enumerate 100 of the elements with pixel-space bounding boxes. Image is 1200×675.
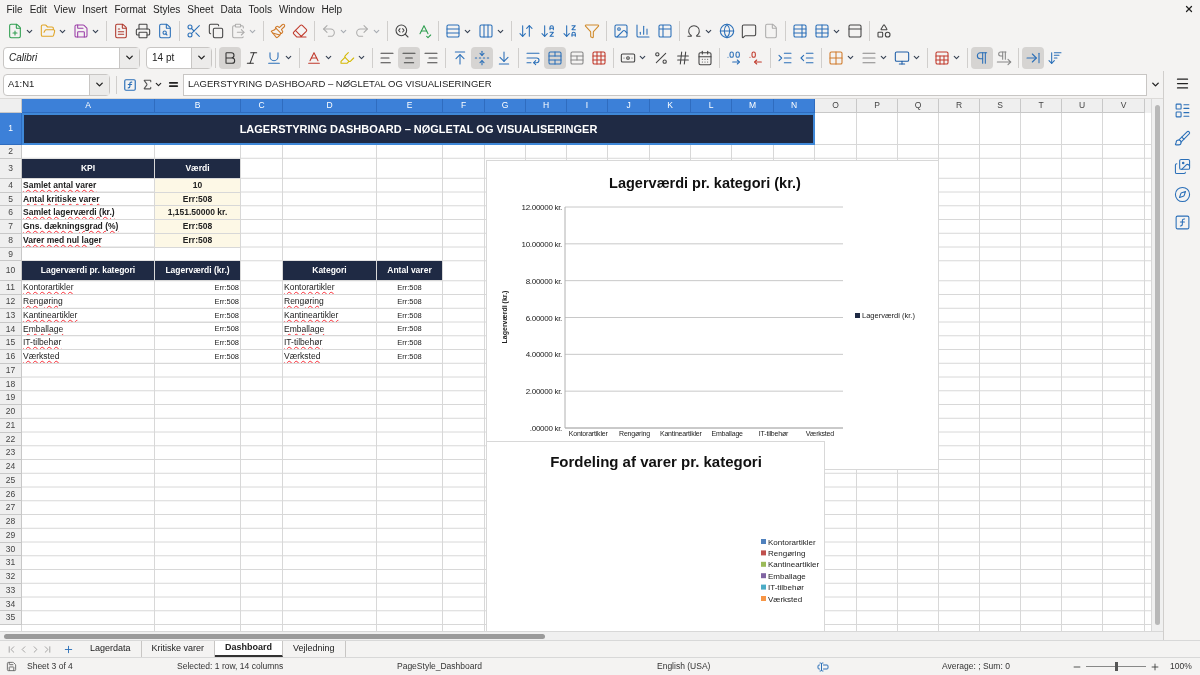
menu-item[interactable]: File bbox=[3, 1, 27, 17]
gallery-icon[interactable] bbox=[1173, 158, 1191, 175]
row-header[interactable]: 10 bbox=[0, 261, 22, 282]
column-header[interactable]: D bbox=[283, 99, 377, 113]
horizontal-scrollbar[interactable] bbox=[0, 631, 1163, 640]
column-header[interactable]: E bbox=[377, 99, 443, 113]
calendar-icon bbox=[697, 49, 713, 66]
row-header[interactable]: 6 bbox=[0, 206, 22, 220]
sheet-tab[interactable]: Lagerdata bbox=[80, 641, 142, 657]
menu-item[interactable]: Format bbox=[110, 1, 150, 17]
merge-cells-button[interactable] bbox=[544, 46, 566, 69]
selection-status: Selected: 1 row, 14 columns bbox=[177, 660, 285, 673]
properties-icon[interactable] bbox=[1173, 102, 1191, 119]
scrollbar-thumb[interactable] bbox=[1155, 105, 1160, 625]
column-header[interactable]: Q bbox=[898, 99, 939, 113]
row-header[interactable]: 24 bbox=[0, 460, 22, 474]
row-header[interactable]: 27 bbox=[0, 501, 22, 515]
menu-item[interactable]: Sheet bbox=[183, 1, 217, 17]
selection-mode-icon[interactable] bbox=[817, 660, 829, 673]
copy-icon bbox=[208, 23, 224, 39]
font-name-field[interactable]: Calibri bbox=[3, 46, 140, 69]
align-middle-button[interactable] bbox=[471, 46, 493, 69]
scrollbar-thumb[interactable] bbox=[4, 634, 545, 639]
row-header[interactable]: 19 bbox=[0, 391, 22, 405]
row-header[interactable]: 31 bbox=[0, 556, 22, 570]
close-icon[interactable] bbox=[1184, 4, 1194, 14]
styles-icon[interactable] bbox=[1173, 130, 1191, 147]
navigator-icon[interactable] bbox=[1173, 186, 1191, 203]
menu-item[interactable]: View bbox=[50, 1, 79, 17]
menu-item[interactable]: Help bbox=[318, 1, 346, 17]
border-color-icon bbox=[894, 49, 910, 66]
pilcrow-button[interactable] bbox=[971, 46, 993, 69]
menu-item[interactable]: Insert bbox=[78, 1, 111, 17]
row-header[interactable]: 1 bbox=[0, 113, 22, 145]
row-header[interactable]: 32 bbox=[0, 570, 22, 584]
column-header[interactable]: H bbox=[526, 99, 567, 113]
text-direction-button[interactable] bbox=[1022, 46, 1044, 69]
document-icon[interactable] bbox=[6, 661, 17, 672]
column-header[interactable]: V bbox=[1103, 99, 1145, 113]
row-header[interactable]: 20 bbox=[0, 405, 22, 419]
function-wizard-icon[interactable] bbox=[123, 77, 137, 92]
column-header[interactable]: K bbox=[650, 99, 691, 113]
row-header[interactable]: 12 bbox=[0, 295, 22, 309]
column-header[interactable]: A bbox=[22, 99, 155, 113]
caret-icon[interactable] bbox=[124, 52, 135, 63]
column-header[interactable]: C bbox=[241, 99, 283, 113]
sort-icon bbox=[518, 23, 534, 39]
sheet-tab[interactable]: Dashboard bbox=[215, 641, 284, 657]
zoom-in-icon[interactable] bbox=[1150, 661, 1160, 672]
column-header[interactable]: S bbox=[980, 99, 1021, 113]
column-header[interactable]: G bbox=[485, 99, 526, 113]
column-header-cell: Værdi bbox=[155, 158, 241, 179]
row-header[interactable]: 28 bbox=[0, 515, 22, 529]
column-header[interactable]: F bbox=[443, 99, 485, 113]
sheet-tab[interactable]: Vejledning bbox=[283, 641, 346, 657]
menu-item[interactable]: Tools bbox=[245, 1, 276, 17]
zoom-slider[interactable] bbox=[1086, 662, 1146, 671]
column-header[interactable]: J bbox=[608, 99, 650, 113]
add-sheet-icon[interactable] bbox=[63, 643, 74, 655]
expand-icon[interactable] bbox=[1150, 79, 1161, 90]
row-header[interactable]: 11 bbox=[0, 281, 22, 295]
menu-item[interactable]: Edit bbox=[26, 1, 51, 17]
add-decimal-icon bbox=[726, 49, 742, 66]
category-cell: Emballage bbox=[283, 322, 377, 337]
row-header[interactable]: 7 bbox=[0, 220, 22, 234]
menu-icon[interactable] bbox=[1174, 76, 1190, 91]
menu-item[interactable]: Data bbox=[216, 1, 246, 17]
font-size-field[interactable]: 14 pt bbox=[146, 46, 212, 69]
formula-input[interactable]: LAGERSTYRING DASHBOARD – NØGLETAL OG VISUALISERINGER bbox=[183, 73, 1147, 96]
vertical-scrollbar[interactable] bbox=[1151, 99, 1163, 631]
row-header[interactable]: 35 bbox=[0, 611, 22, 625]
menu-item[interactable]: Window bbox=[275, 1, 318, 17]
column-header[interactable]: M bbox=[732, 99, 774, 113]
column-header[interactable]: I bbox=[567, 99, 608, 113]
name-box[interactable]: A1:N1 bbox=[3, 73, 110, 96]
column-header[interactable]: O bbox=[815, 99, 857, 113]
menu-item[interactable]: Styles bbox=[149, 1, 184, 17]
column-header[interactable]: P bbox=[857, 99, 898, 113]
spellcheck-icon bbox=[416, 23, 432, 39]
column-header-cell: Kategori bbox=[283, 261, 377, 282]
column-header[interactable]: U bbox=[1062, 99, 1103, 113]
column-header[interactable]: R bbox=[939, 99, 980, 113]
caret-icon[interactable] bbox=[196, 52, 207, 63]
slider-thumb[interactable] bbox=[1114, 662, 1118, 671]
row-header[interactable]: 23 bbox=[0, 446, 22, 460]
column-header[interactable]: L bbox=[691, 99, 732, 113]
column-header[interactable]: B bbox=[155, 99, 241, 113]
caret-icon bbox=[324, 53, 333, 62]
column-header[interactable]: N bbox=[774, 99, 815, 113]
align-center-button[interactable] bbox=[398, 46, 420, 69]
row-header[interactable]: 16 bbox=[0, 350, 22, 364]
sum-icon[interactable] bbox=[141, 78, 154, 91]
function-icon[interactable] bbox=[1173, 214, 1191, 231]
caret-icon[interactable] bbox=[94, 79, 105, 90]
bold-button[interactable] bbox=[219, 46, 241, 69]
row-header[interactable]: 15 bbox=[0, 336, 22, 350]
row-header[interactable]: 3 bbox=[0, 158, 22, 179]
column-header[interactable]: T bbox=[1021, 99, 1062, 113]
caret-icon[interactable] bbox=[154, 80, 163, 89]
row-header[interactable]: 2 bbox=[0, 145, 22, 159]
